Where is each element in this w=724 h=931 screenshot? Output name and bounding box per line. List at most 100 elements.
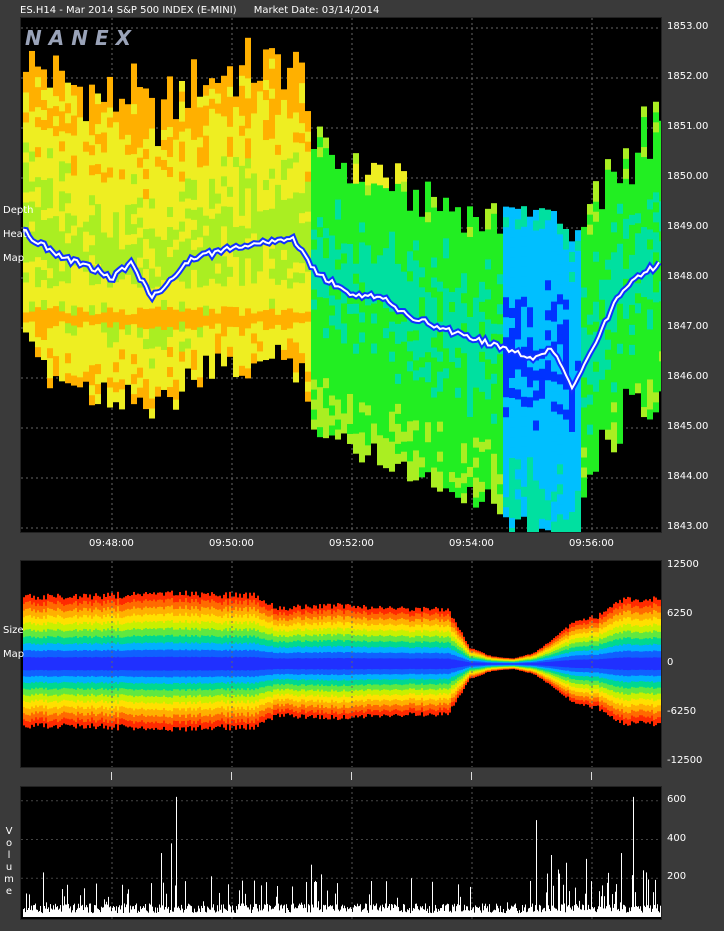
heat-cell <box>509 317 515 328</box>
heat-cell <box>221 255 227 267</box>
heat-cell <box>371 372 377 384</box>
size-bid-band <box>53 657 55 664</box>
heat-cell <box>611 421 617 433</box>
heat-cell <box>233 96 239 108</box>
heat-cell <box>239 145 245 156</box>
heat-cell <box>239 255 245 266</box>
heat-cell <box>173 369 179 380</box>
heat-cell <box>197 216 203 228</box>
heat-cell <box>521 266 527 277</box>
heat-cell <box>359 401 365 413</box>
heat-cell <box>197 196 203 208</box>
heat-cell <box>587 364 593 375</box>
heat-cell <box>269 108 275 119</box>
size-ask-band <box>143 664 145 671</box>
size-ask-band <box>197 664 199 671</box>
heat-cell <box>407 270 413 282</box>
heat-cell <box>233 106 239 118</box>
heat-cell <box>401 321 407 332</box>
heat-cell <box>539 478 545 489</box>
heat-cell <box>491 483 497 494</box>
heat-cell <box>95 333 101 345</box>
size-bid-band <box>73 657 75 664</box>
size-ask-band <box>121 664 123 671</box>
heat-cell <box>557 333 563 345</box>
heat-cell <box>329 414 335 426</box>
heat-cell <box>503 316 509 328</box>
heat-cell <box>407 230 413 242</box>
heat-cell <box>377 424 383 436</box>
size-bid-band <box>103 656 105 664</box>
size-bid-band <box>43 657 45 664</box>
heat-cell <box>557 263 563 275</box>
heat-cell <box>317 296 323 308</box>
heat-cell <box>245 367 251 379</box>
heat-cell <box>383 427 389 439</box>
heat-cell <box>359 211 365 223</box>
heat-cell <box>461 402 467 414</box>
heat-cell <box>485 358 491 370</box>
heat-cell <box>467 266 473 277</box>
heat-cell <box>527 336 533 348</box>
heat-cell <box>107 166 113 178</box>
heat-cell <box>623 318 629 329</box>
heat-cell <box>599 399 605 410</box>
heat-cell <box>83 151 89 162</box>
heat-cell <box>311 338 317 350</box>
heat-cell <box>227 96 233 107</box>
heat-cell <box>575 300 581 311</box>
heat-cell <box>659 140 661 152</box>
heat-cell <box>611 431 617 443</box>
heat-cell <box>593 381 599 392</box>
heat-cell <box>245 97 251 109</box>
heat-cell <box>341 332 347 344</box>
heat-cell <box>185 127 191 139</box>
heat-cell <box>35 196 41 208</box>
heat-cell <box>227 336 233 347</box>
heat-cell <box>209 158 215 169</box>
heat-cell <box>533 519 539 531</box>
heat-cell <box>281 189 287 200</box>
heat-cell <box>221 215 227 227</box>
heat-cell <box>335 178 341 190</box>
heat-cell <box>155 326 161 337</box>
heat-cell <box>533 449 539 461</box>
heat-cell <box>635 322 641 334</box>
heat-cell <box>467 446 473 457</box>
heat-cell <box>269 338 275 349</box>
heat-cell <box>71 344 77 356</box>
heat-cell <box>659 200 661 212</box>
heat-cell <box>215 282 221 294</box>
heat-cell <box>491 403 497 414</box>
heat-cell <box>119 328 125 340</box>
heat-cell <box>323 357 329 369</box>
heat-cell <box>599 419 605 430</box>
heat-cell <box>479 241 485 252</box>
heat-cell <box>467 256 473 267</box>
heat-cell <box>509 517 515 528</box>
heat-cell <box>119 128 125 140</box>
heat-cell <box>131 283 137 295</box>
heat-cell <box>527 526 533 532</box>
heat-cell <box>29 270 35 282</box>
heat-cell <box>47 177 53 189</box>
heat-cell <box>425 451 431 463</box>
heat-cell <box>437 421 443 432</box>
heat-cell <box>557 503 563 515</box>
heat-cell <box>143 138 149 150</box>
heat-cell <box>389 371 395 382</box>
heat-cell <box>419 226 425 238</box>
heat-cell <box>191 279 197 290</box>
heat-cell <box>515 288 521 300</box>
heat-cell <box>77 136 83 148</box>
heat-cell <box>629 374 635 385</box>
heat-cell <box>347 253 353 264</box>
heat-cell <box>305 241 311 252</box>
heat-cell <box>311 158 317 170</box>
heat-cell <box>275 294 281 305</box>
heat-cell <box>521 466 527 477</box>
heat-cell <box>635 332 641 344</box>
size-ask-band <box>171 664 173 671</box>
heat-cell <box>113 251 119 263</box>
heat-cell <box>59 160 65 172</box>
